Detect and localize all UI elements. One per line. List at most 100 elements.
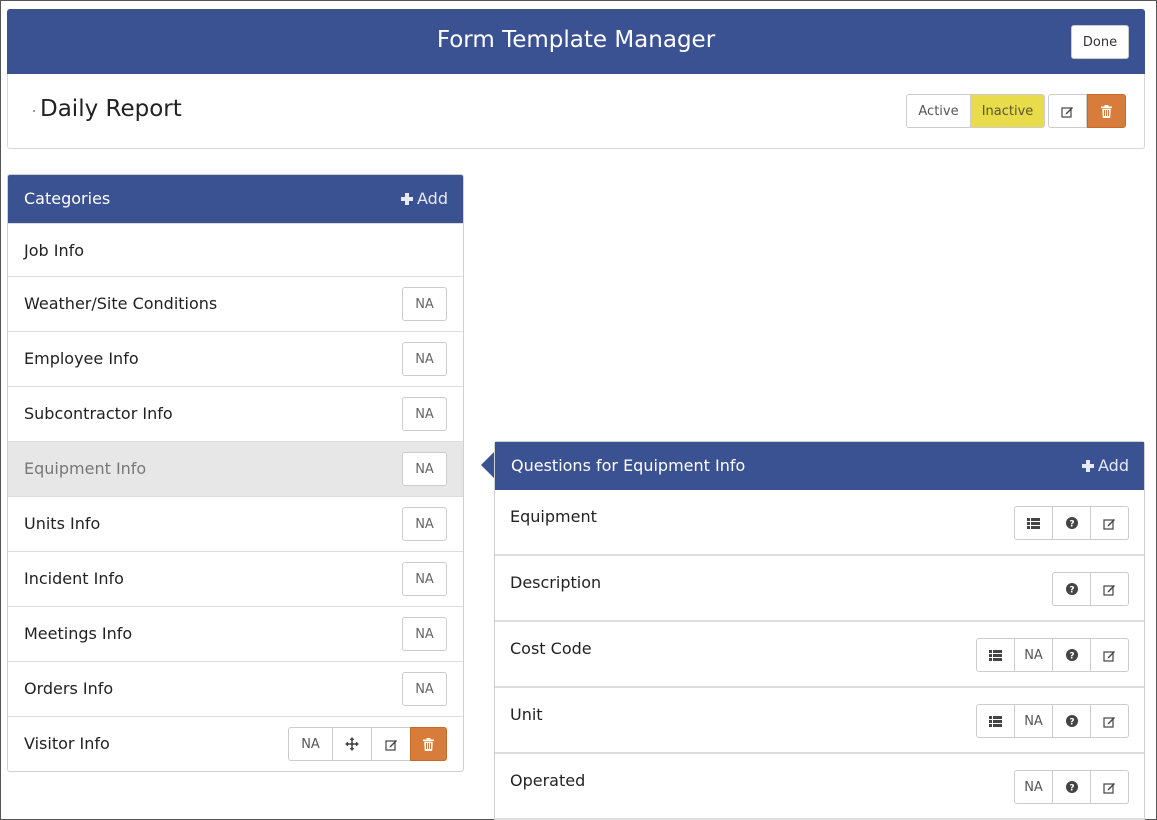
category-label: Incident Info	[24, 569, 124, 588]
category-label: Employee Info	[24, 349, 139, 368]
question-row-operated[interactable]: Operated NA ?	[495, 754, 1144, 820]
na-button[interactable]: NA	[1014, 638, 1053, 672]
edit-template-button[interactable]	[1048, 94, 1087, 128]
na-button[interactable]: NA	[402, 397, 447, 431]
list-options-button[interactable]	[1014, 506, 1053, 540]
edit-icon	[1103, 583, 1116, 596]
list-options-button[interactable]	[976, 638, 1015, 672]
visitor-actions: NA	[288, 727, 447, 761]
add-question-label: Add	[1098, 456, 1129, 475]
question-circle-icon: ?	[1065, 649, 1078, 661]
template-name: Daily Report	[40, 96, 182, 122]
trash-icon	[1101, 104, 1112, 118]
add-category-button[interactable]: Add	[401, 189, 448, 208]
category-label: Visitor Info	[24, 734, 110, 753]
add-question-button[interactable]: Add	[1082, 456, 1129, 475]
edit-button[interactable]	[1090, 506, 1129, 540]
svg-text:?: ?	[1069, 520, 1074, 530]
na-button[interactable]: NA	[402, 617, 447, 651]
status-inactive-button[interactable]: Inactive	[971, 95, 1044, 127]
svg-text:?: ?	[1069, 586, 1074, 596]
edit-button[interactable]	[371, 727, 411, 761]
list-icon	[1027, 517, 1040, 529]
questions-header: Questions for Equipment Info Add	[495, 442, 1144, 490]
questions-title: Questions for Equipment Info	[511, 456, 746, 475]
delete-button[interactable]	[410, 727, 447, 761]
delete-template-button[interactable]	[1087, 94, 1126, 128]
category-row-incident[interactable]: Incident Info NA	[8, 551, 463, 606]
question-circle-icon: ?	[1065, 583, 1078, 596]
edit-button[interactable]	[1090, 704, 1129, 738]
edit-icon	[1103, 781, 1116, 794]
question-row-description[interactable]: Description ?	[495, 556, 1144, 622]
plus-icon	[401, 192, 414, 205]
question-circle-icon: ?	[1065, 715, 1078, 728]
category-row-employee[interactable]: Employee Info NA	[8, 331, 463, 386]
question-label: Equipment	[510, 507, 597, 526]
bullet-dot	[33, 110, 35, 112]
category-label: Units Info	[24, 514, 101, 533]
categories-title: Categories	[24, 189, 111, 208]
question-row-equipment[interactable]: Equipment ?	[495, 490, 1144, 556]
done-button[interactable]: Done	[1071, 25, 1129, 59]
category-row-orders[interactable]: Orders Info NA	[8, 661, 463, 716]
category-label: Orders Info	[24, 679, 114, 698]
add-category-label: Add	[417, 189, 448, 208]
move-button[interactable]	[332, 727, 372, 761]
template-panel: Daily Report Active Inactive	[7, 74, 1145, 149]
edit-icon	[1103, 715, 1116, 728]
category-row-equipment[interactable]: Equipment Info NA	[8, 441, 463, 496]
na-button[interactable]: NA	[402, 342, 447, 376]
trash-icon	[423, 737, 434, 751]
category-label: Meetings Info	[24, 624, 133, 643]
na-button[interactable]: NA	[1014, 770, 1053, 804]
question-circle-icon: ?	[1065, 517, 1078, 530]
question-label: Unit	[510, 705, 543, 724]
app-frame: Form Template Manager Done Daily Report …	[1, 1, 1156, 820]
question-row-cost-code[interactable]: Cost Code NA ?	[495, 622, 1144, 688]
category-label: Job Info	[24, 241, 85, 260]
na-button[interactable]: NA	[402, 507, 447, 541]
category-label: Subcontractor Info	[24, 404, 173, 423]
list-options-button[interactable]	[976, 704, 1015, 738]
category-row-weather[interactable]: Weather/Site Conditions NA	[8, 276, 463, 331]
category-label: Equipment Info	[24, 459, 147, 478]
category-row-job-info[interactable]: Job Info	[8, 223, 463, 276]
na-button[interactable]: NA	[402, 452, 447, 486]
na-button[interactable]: NA	[402, 562, 447, 596]
na-button[interactable]: NA	[1014, 704, 1053, 738]
help-button[interactable]: ?	[1052, 638, 1091, 672]
na-button[interactable]: NA	[402, 672, 447, 706]
edit-button[interactable]	[1090, 770, 1129, 804]
list-icon	[989, 649, 1002, 661]
na-button[interactable]: NA	[402, 287, 447, 321]
category-row-subcontractor[interactable]: Subcontractor Info NA	[8, 386, 463, 441]
category-row-units[interactable]: Units Info NA	[8, 496, 463, 551]
question-actions: NA ?	[1014, 770, 1129, 804]
category-label: Weather/Site Conditions	[24, 294, 218, 313]
category-row-visitor[interactable]: Visitor Info NA	[8, 716, 463, 771]
plus-icon	[1082, 459, 1095, 472]
na-button[interactable]: NA	[288, 727, 333, 761]
help-button[interactable]: ?	[1052, 506, 1091, 540]
status-active-button[interactable]: Active	[907, 95, 971, 127]
question-label: Description	[510, 573, 602, 592]
question-actions: ?	[1052, 572, 1129, 606]
help-button[interactable]: ?	[1052, 704, 1091, 738]
help-button[interactable]: ?	[1052, 770, 1091, 804]
svg-text:?: ?	[1069, 718, 1074, 728]
list-icon	[989, 715, 1002, 727]
edit-icon	[1061, 105, 1074, 118]
edit-button[interactable]	[1090, 572, 1129, 606]
edit-button[interactable]	[1090, 638, 1129, 672]
help-button[interactable]: ?	[1052, 572, 1091, 606]
page-title: Form Template Manager	[436, 27, 716, 53]
question-circle-icon: ?	[1065, 781, 1078, 793]
move-icon	[345, 737, 359, 751]
edit-icon	[1103, 649, 1116, 662]
question-row-unit[interactable]: Unit NA ?	[495, 688, 1144, 754]
category-row-meetings[interactable]: Meetings Info NA	[8, 606, 463, 661]
question-actions: NA ?	[976, 704, 1129, 738]
categories-header: Categories Add	[8, 175, 463, 223]
template-actions	[1048, 94, 1126, 128]
